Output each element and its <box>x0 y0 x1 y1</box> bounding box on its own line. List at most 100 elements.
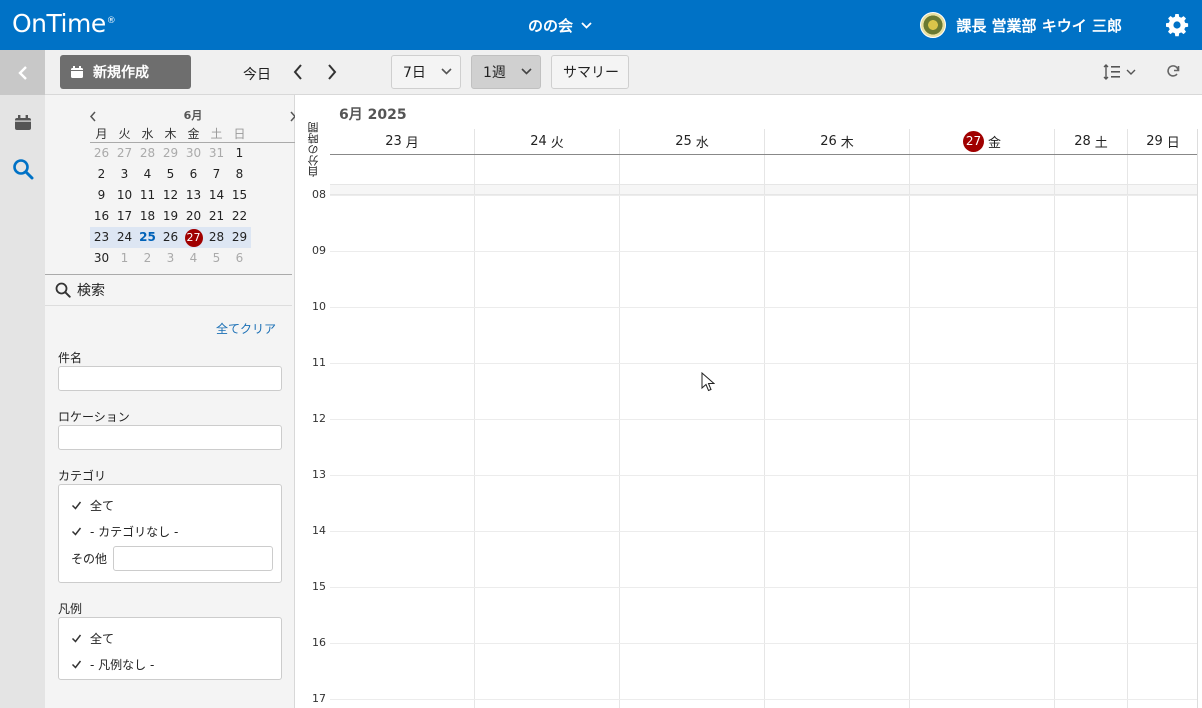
mini-day[interactable]: 17 <box>113 206 136 227</box>
mini-day[interactable]: 1 <box>113 248 136 269</box>
calendar-view-icon[interactable] <box>14 115 32 131</box>
hour-line <box>330 195 1198 196</box>
hour-label: 09 <box>312 244 326 257</box>
mini-day[interactable]: 3 <box>159 248 182 269</box>
check-icon <box>71 660 82 669</box>
day-header-27[interactable]: 27 金 <box>909 129 1054 154</box>
mini-day[interactable]: 15 <box>228 185 251 206</box>
my-time-label: 自分の時間 <box>307 122 320 178</box>
search-section-header[interactable]: 検索 <box>45 274 292 306</box>
mini-day[interactable]: 8 <box>228 164 251 185</box>
row-height-button[interactable] <box>1103 64 1136 80</box>
mini-day[interactable]: 5 <box>205 248 228 269</box>
day-header-25[interactable]: 25 水 <box>619 129 764 154</box>
mini-day[interactable]: 4 <box>182 248 205 269</box>
search-icon <box>55 282 71 298</box>
mini-day[interactable]: 7 <box>205 164 228 185</box>
left-rail <box>0 95 45 708</box>
refresh-icon[interactable] <box>1166 64 1180 78</box>
ontime-logo[interactable]: OnTime® <box>12 9 116 38</box>
mini-day[interactable]: 5 <box>159 164 182 185</box>
day-header-28[interactable]: 28 土 <box>1054 129 1127 154</box>
mini-day[interactable]: 31 <box>205 143 228 164</box>
mini-day[interactable]: 3 <box>113 164 136 185</box>
month-year-label: 6月 2025 <box>339 107 407 123</box>
legend-all-label: 全て <box>90 632 115 646</box>
week-select[interactable]: 1週 <box>471 55 541 89</box>
mini-day[interactable]: 16 <box>90 206 113 227</box>
mini-day[interactable]: 29 <box>228 227 251 248</box>
day-header-23[interactable]: 23 月 <box>330 129 474 154</box>
legend-all-checkbox[interactable]: 全て <box>71 630 114 647</box>
legend-none-checkbox[interactable]: - 凡例なし - <box>71 656 154 673</box>
category-none-label: - カテゴリなし - <box>90 525 179 539</box>
day-header-26[interactable]: 26 木 <box>764 129 909 154</box>
mini-day[interactable]: 20 <box>182 206 205 227</box>
legend-filter-box: 全て - 凡例なし - <box>58 617 282 680</box>
user-menu[interactable]: 課長 営業部 キウイ 三郎 <box>920 12 1122 38</box>
location-input[interactable] <box>58 425 282 450</box>
mini-day[interactable]: 26 <box>159 227 182 248</box>
mini-day[interactable]: 22 <box>228 206 251 227</box>
gear-icon[interactable] <box>1165 13 1189 37</box>
mini-day[interactable]: 28 <box>136 143 159 164</box>
mini-day[interactable]: 21 <box>205 206 228 227</box>
new-event-label: 新規作成 <box>93 65 149 81</box>
mini-day[interactable]: 1 <box>228 143 251 164</box>
mini-day[interactable]: 28 <box>205 227 228 248</box>
mini-day[interactable]: 23 <box>90 227 113 248</box>
mini-calendar: 6月 月火水木金土日 26 27 28 29 30 31 1 2 3 4 5 6 7 8 9 10 11 12 13… <box>89 107 297 269</box>
mini-day[interactable]: 30 <box>90 248 113 269</box>
mini-day[interactable]: 6 <box>228 248 251 269</box>
day-column-divider <box>764 155 765 708</box>
mini-day[interactable]: 29 <box>159 143 182 164</box>
check-icon <box>71 634 82 643</box>
mini-day[interactable]: 25 <box>136 227 159 248</box>
check-icon <box>71 501 82 510</box>
day-header-24[interactable]: 24 火 <box>474 129 619 154</box>
category-none-checkbox[interactable]: - カテゴリなし - <box>71 523 178 540</box>
mini-day[interactable]: 10 <box>113 185 136 206</box>
mini-day[interactable]: 18 <box>136 206 159 227</box>
subject-input[interactable] <box>58 366 282 391</box>
mini-day[interactable]: 9 <box>90 185 113 206</box>
today-button[interactable]: 今日 <box>243 64 271 84</box>
summary-button[interactable]: サマリー <box>551 55 629 89</box>
clear-all-link[interactable]: 全てクリア <box>216 320 276 337</box>
mini-day[interactable]: 13 <box>182 185 205 206</box>
collapse-panel-button[interactable] <box>0 50 45 95</box>
mini-day[interactable]: 4 <box>136 164 159 185</box>
mini-day[interactable]: 27 <box>113 143 136 164</box>
avatar <box>920 12 947 38</box>
hour-label: 08 <box>312 188 326 201</box>
mini-day[interactable]: 24 <box>113 227 136 248</box>
mini-day[interactable]: 26 <box>90 143 113 164</box>
mini-day[interactable]: 30 <box>182 143 205 164</box>
hour-label: 10 <box>312 300 326 313</box>
day-header-29[interactable]: 29 日 <box>1127 129 1198 154</box>
hour-label: 11 <box>312 356 326 369</box>
mini-day[interactable]: 12 <box>159 185 182 206</box>
prev-week-icon[interactable] <box>292 63 304 81</box>
mini-prev-month-icon[interactable] <box>89 111 97 122</box>
search-icon[interactable] <box>12 158 34 180</box>
mini-weekday: 日 <box>233 127 246 141</box>
category-other-input[interactable] <box>113 546 274 571</box>
next-week-icon[interactable] <box>326 63 338 81</box>
mini-day[interactable]: 2 <box>90 164 113 185</box>
category-label: カテゴリ <box>58 469 107 483</box>
mini-day[interactable]: 11 <box>136 185 159 206</box>
toolbar: 新規作成 今日 7日 1週 サマリー <box>0 50 1202 95</box>
category-all-checkbox[interactable]: 全て <box>71 497 114 514</box>
mini-day[interactable]: 6 <box>182 164 205 185</box>
new-event-button[interactable]: 新規作成 <box>60 55 191 89</box>
hour-line <box>330 643 1198 644</box>
days-select[interactable]: 7日 <box>391 55 461 89</box>
group-selector[interactable]: のの会 <box>528 15 592 36</box>
category-other-row: その他 <box>71 546 274 571</box>
mini-day[interactable]: 14 <box>205 185 228 206</box>
mini-day[interactable]: 27 <box>182 227 205 248</box>
mini-day[interactable]: 2 <box>136 248 159 269</box>
day-weekday: 水 <box>695 136 709 151</box>
mini-day[interactable]: 19 <box>159 206 182 227</box>
